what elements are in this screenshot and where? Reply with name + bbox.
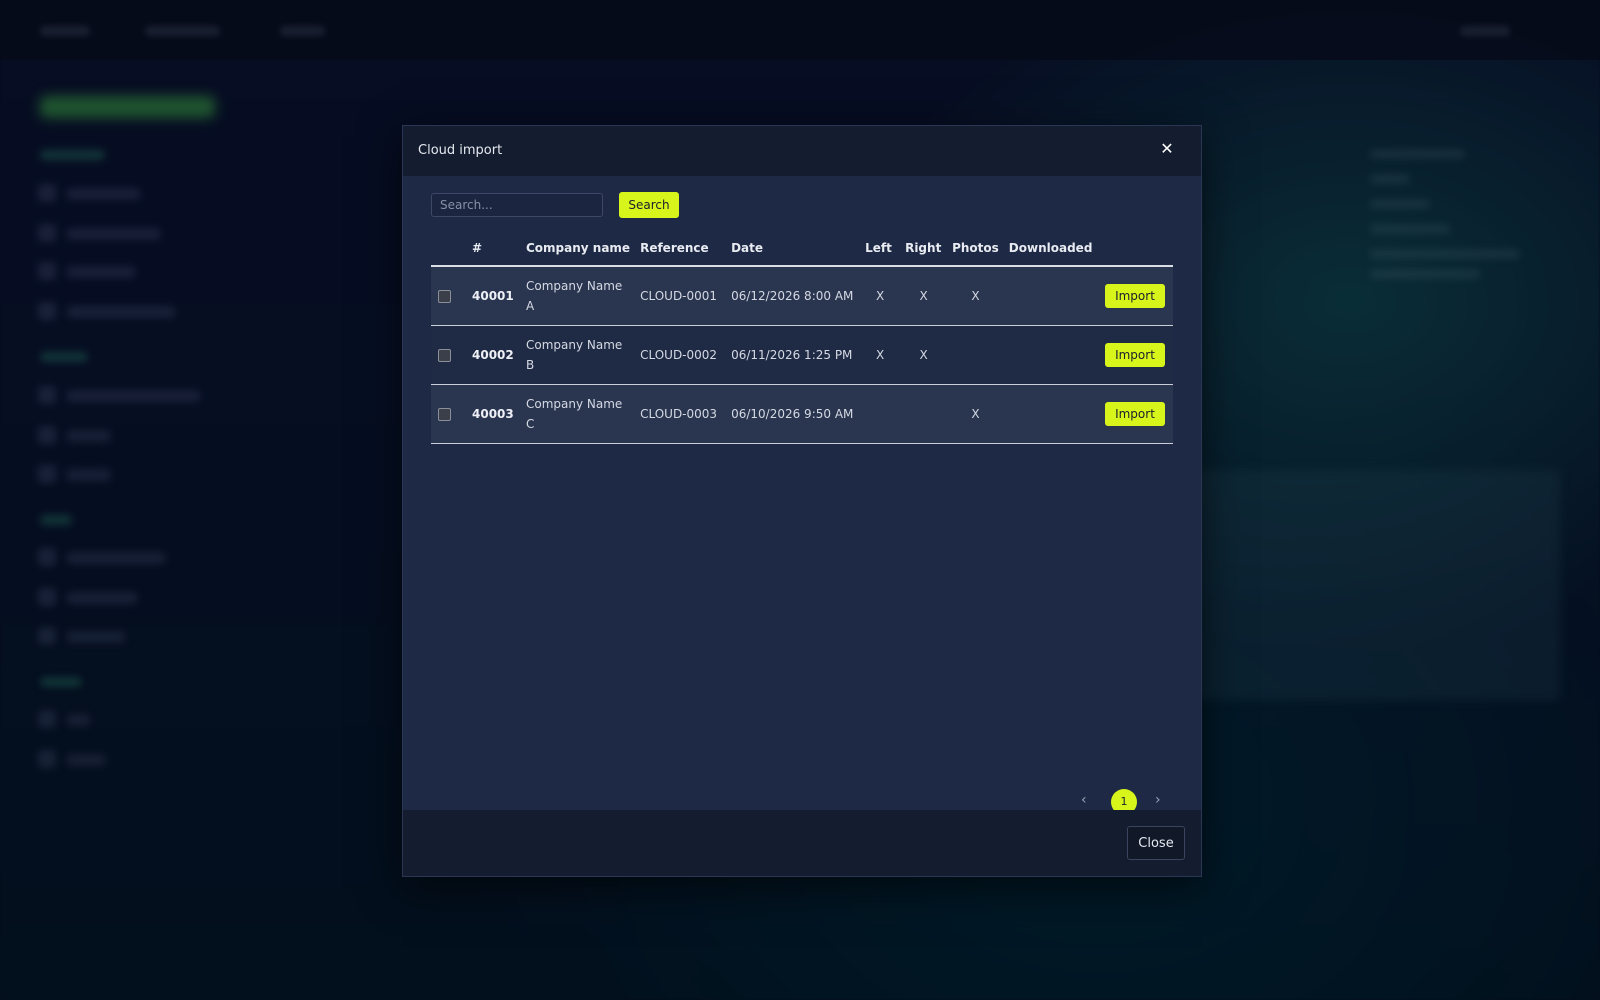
import-button[interactable]: Import <box>1105 284 1165 308</box>
import-button[interactable]: Import <box>1105 402 1165 426</box>
row-reference: CLOUD-0003 <box>635 384 727 444</box>
close-icon[interactable]: ✕ <box>1157 139 1177 159</box>
header-company: Company name <box>521 231 636 267</box>
modal-title: Cloud import <box>418 143 503 158</box>
header-action <box>1097 231 1173 267</box>
row-checkbox[interactable] <box>438 290 451 303</box>
cloud-import-modal: Cloud import ✕ Search # Company name Ref… <box>402 125 1202 877</box>
modal-body: Search # Company name Reference Date Lef… <box>403 176 1201 815</box>
header-left: Left <box>860 231 901 267</box>
row-number: 40001 <box>467 266 521 326</box>
row-reference: CLOUD-0002 <box>635 325 727 385</box>
row-company: Company Name A <box>521 266 636 326</box>
import-button[interactable]: Import <box>1105 343 1165 367</box>
row-downloaded <box>1003 384 1098 444</box>
table-header-row: # Company name Reference Date Left Right… <box>431 231 1173 267</box>
header-number: # <box>467 231 521 267</box>
row-photos: X <box>947 266 1004 326</box>
row-checkbox[interactable] <box>438 349 451 362</box>
row-photos: X <box>947 384 1004 444</box>
search-input[interactable] <box>431 193 603 217</box>
header-photos: Photos <box>947 231 1004 267</box>
row-right: X <box>900 266 948 326</box>
row-number: 40002 <box>467 325 521 385</box>
row-photos <box>947 325 1004 385</box>
close-button[interactable]: Close <box>1127 826 1185 860</box>
row-right <box>900 384 948 444</box>
row-company: Company Name B <box>521 325 636 385</box>
row-date: 06/10/2026 9:50 AM <box>726 384 861 444</box>
table-row: 40001 Company Name A CLOUD-0001 06/12/20… <box>431 266 1173 326</box>
chevron-right-icon[interactable]: › <box>1155 792 1161 808</box>
row-left: X <box>860 325 901 385</box>
header-downloaded: Downloaded <box>1003 231 1098 267</box>
row-reference: CLOUD-0001 <box>635 266 727 326</box>
header-date: Date <box>726 231 861 267</box>
search-button[interactable]: Search <box>619 192 679 218</box>
cloud-records-table: # Company name Reference Date Left Right… <box>431 231 1173 444</box>
modal-header: Cloud import ✕ <box>403 126 1201 176</box>
table-row: 40002 Company Name B CLOUD-0002 06/11/20… <box>431 325 1173 385</box>
row-left: X <box>860 266 901 326</box>
row-left <box>860 384 901 444</box>
modal-footer: Close <box>403 810 1201 876</box>
header-select <box>431 231 467 267</box>
chevron-left-icon[interactable]: ‹ <box>1081 792 1087 808</box>
row-downloaded <box>1003 266 1098 326</box>
table-row: 40003 Company Name C CLOUD-0003 06/10/20… <box>431 384 1173 444</box>
header-reference: Reference <box>635 231 727 267</box>
header-right: Right <box>900 231 948 267</box>
row-downloaded <box>1003 325 1098 385</box>
row-checkbox[interactable] <box>438 408 451 421</box>
row-date: 06/12/2026 8:00 AM <box>726 266 861 326</box>
row-number: 40003 <box>467 384 521 444</box>
row-date: 06/11/2026 1:25 PM <box>726 325 861 385</box>
row-company: Company Name C <box>521 384 636 444</box>
row-right: X <box>900 325 948 385</box>
